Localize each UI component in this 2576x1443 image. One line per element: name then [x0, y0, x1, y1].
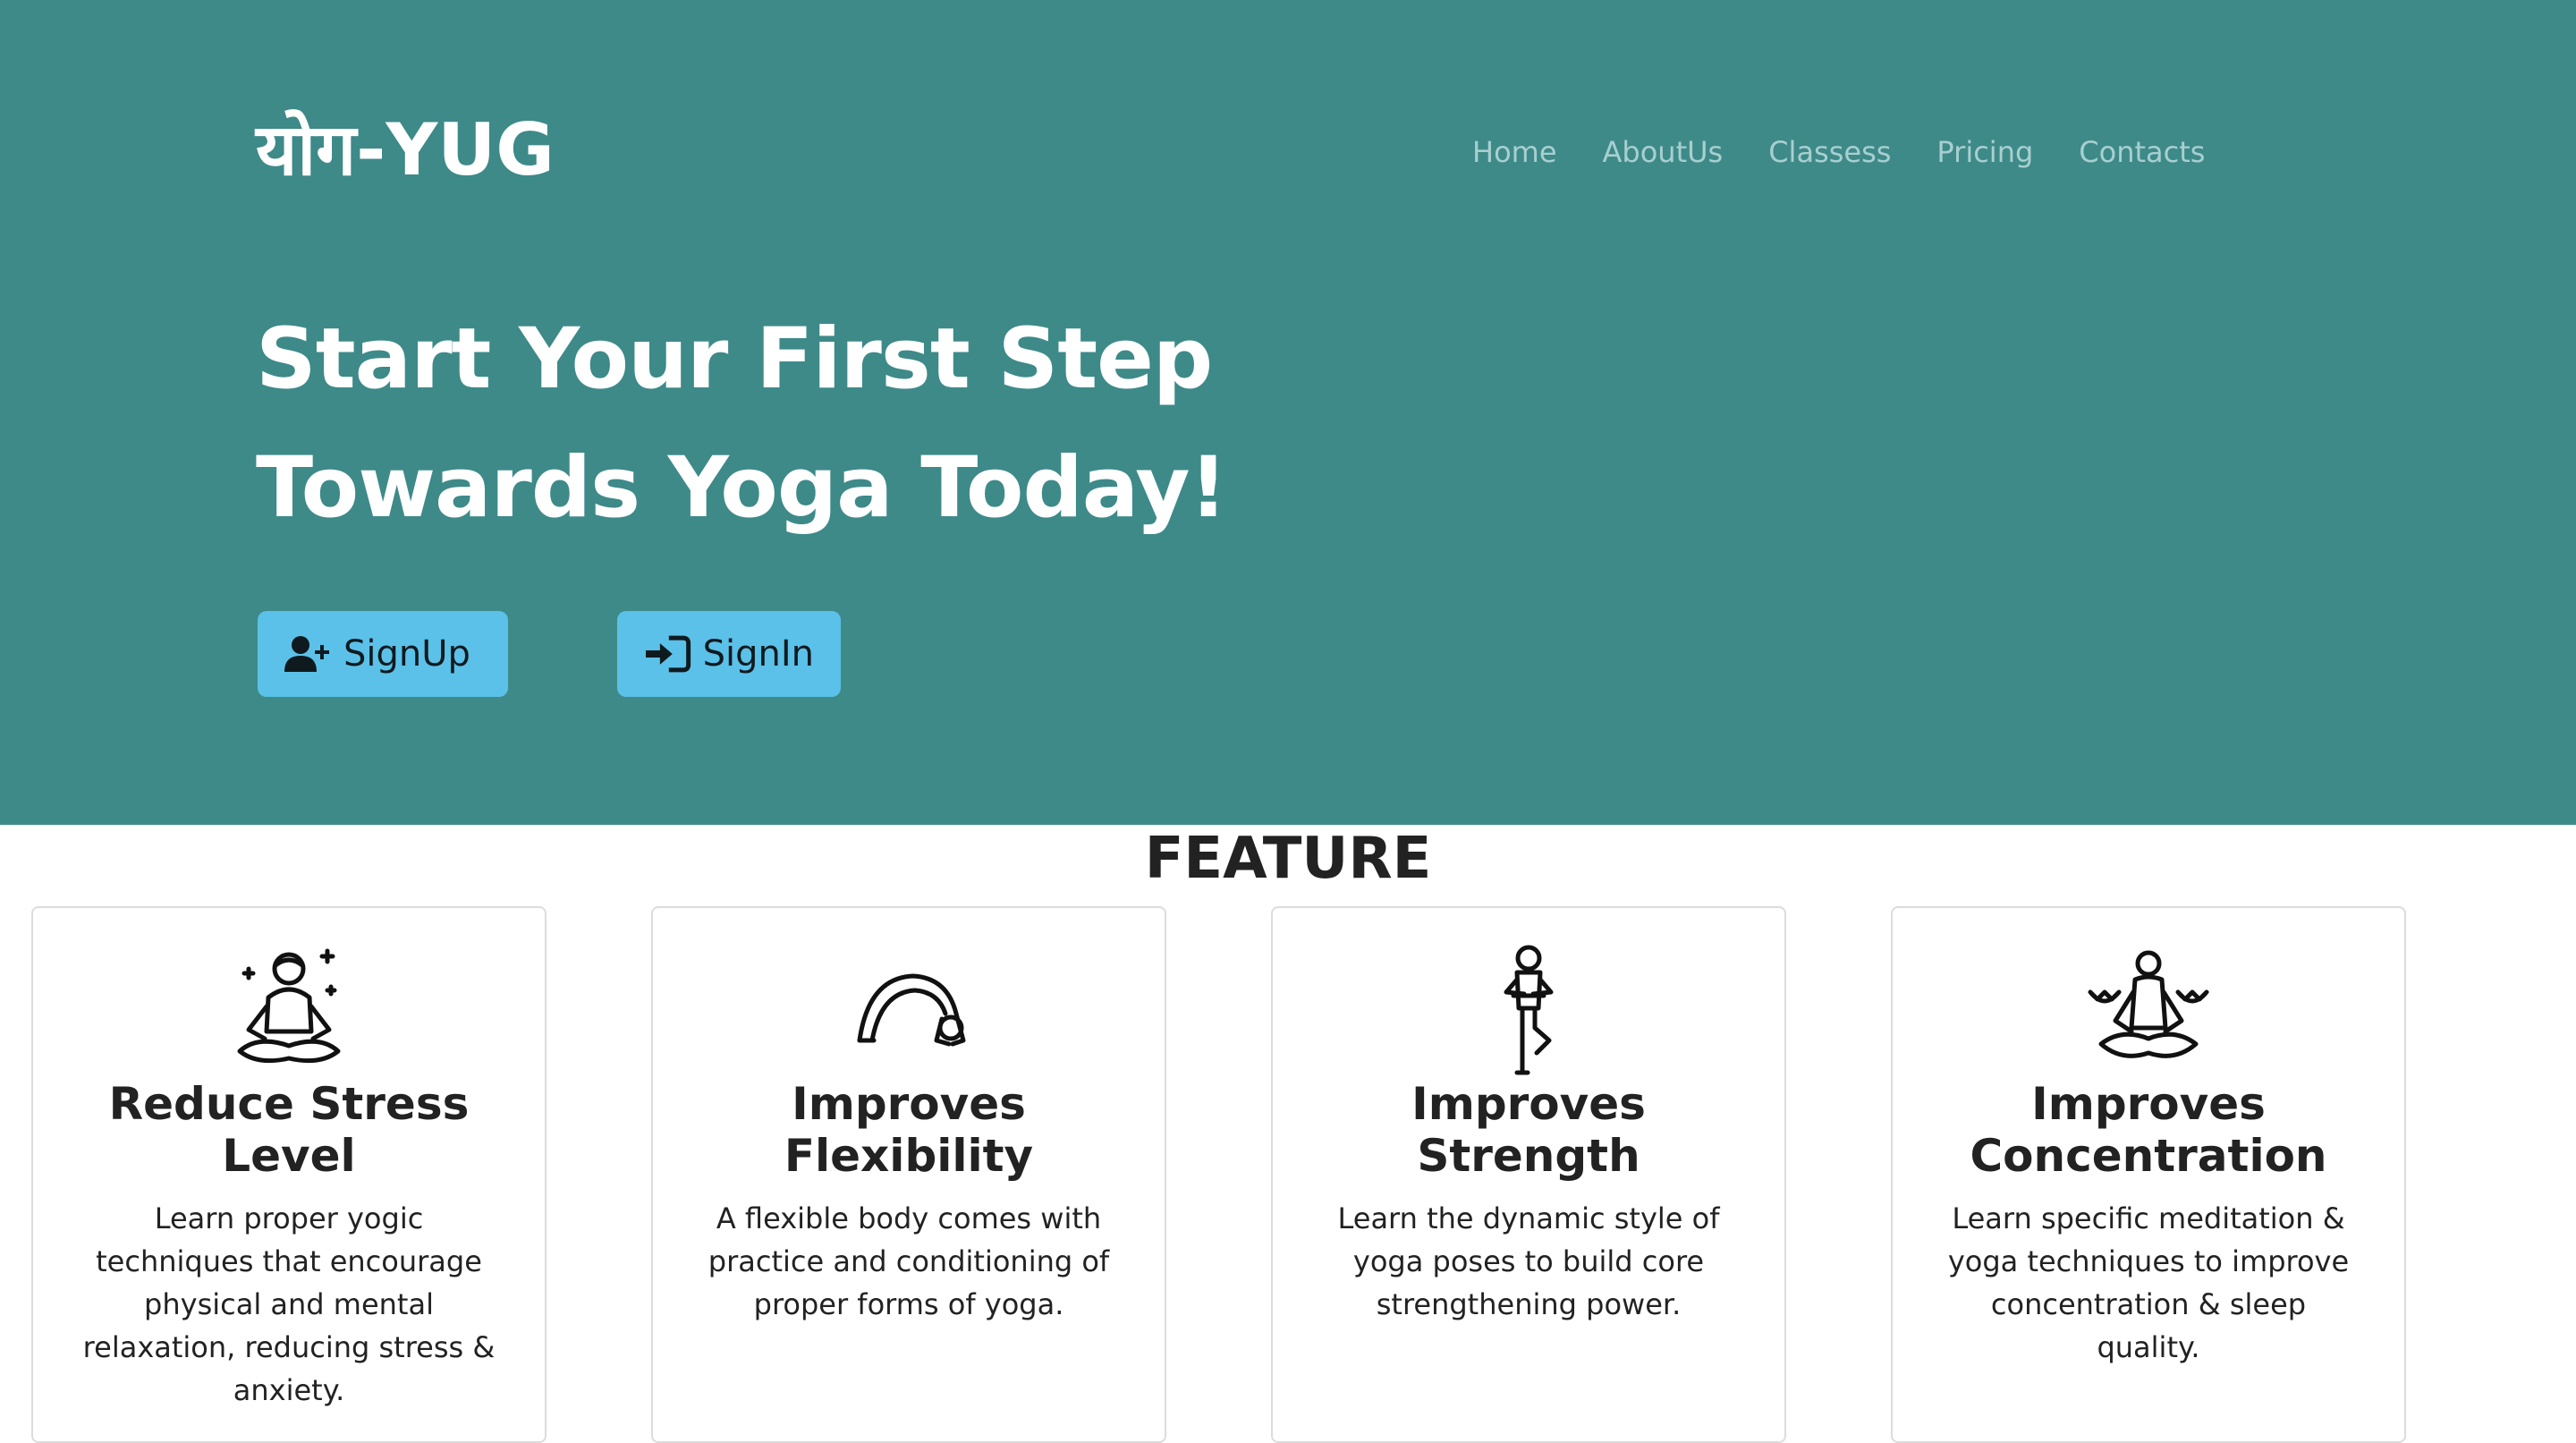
signup-button-label: SignUp	[343, 633, 470, 675]
sign-in-icon	[644, 634, 694, 674]
feature-card-flexibility: Improves Flexibility A flexible body com…	[651, 906, 1166, 1443]
hero-headline-line1: Start Your First Step	[256, 310, 1213, 408]
nav-item-home[interactable]: Home	[1472, 134, 1557, 170]
hero-headline: Start Your First Step Towards Yoga Today…	[256, 295, 1227, 553]
feature-card-text: Learn proper yogic techniques that encou…	[82, 1201, 496, 1407]
nav-item-classes[interactable]: Classess	[1768, 134, 1891, 170]
main-nav: Home AboutUs Classess Pricing Contacts	[1472, 134, 2205, 170]
feature-card-title: Improves Strength	[1411, 1078, 1646, 1182]
feature-card-reduce-stress: Reduce Stress Level Learn proper yogic t…	[31, 906, 547, 1443]
hero-headline-line2: Towards Yoga Today!	[256, 439, 1227, 537]
features-heading: FEATURE	[1144, 826, 1432, 892]
feature-card-concentration: Improves Concentration Learn specific me…	[1891, 906, 2406, 1443]
lotus-meditation-icon	[2081, 942, 2216, 1076]
feature-card-strength: Improves Strength Learn the dynamic styl…	[1271, 906, 1786, 1443]
signin-button-label: SignIn	[702, 633, 814, 675]
feature-card-text: Learn specific meditation & yoga techniq…	[1947, 1201, 2350, 1364]
nav-item-about-us[interactable]: AboutUs	[1603, 134, 1724, 170]
nav-item-pricing[interactable]: Pricing	[1936, 134, 2033, 170]
feature-card-title: Improves Concentration	[1970, 1078, 2327, 1182]
hero-section: योग-YUG Home AboutUs Classess Pricing Co…	[0, 0, 2576, 825]
feature-card-text: A flexible body comes with practice and …	[708, 1201, 1110, 1321]
signup-button[interactable]: SignUp	[258, 611, 508, 697]
user-plus-icon	[284, 634, 335, 674]
feature-card-title: Reduce Stress Level	[108, 1078, 470, 1182]
backbend-pose-icon	[842, 942, 976, 1076]
nav-item-contacts[interactable]: Contacts	[2079, 134, 2205, 170]
tree-pose-icon	[1462, 942, 1596, 1076]
feature-card-title: Improves Flexibility	[784, 1078, 1034, 1182]
signin-button[interactable]: SignIn	[617, 611, 841, 697]
brand-logo[interactable]: योग-YUG	[256, 106, 555, 195]
meditation-icon	[222, 942, 356, 1076]
feature-card-text: Learn the dynamic style of yoga poses to…	[1337, 1201, 1720, 1321]
